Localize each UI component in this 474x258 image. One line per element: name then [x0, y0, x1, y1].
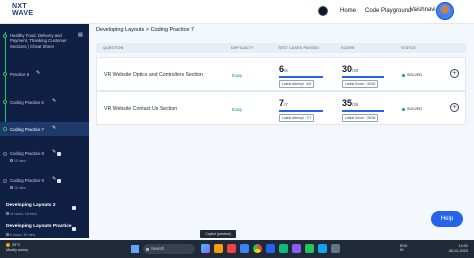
latest-attempt-badge: Latest Attempt : 6/6 — [279, 80, 315, 88]
tests-progress-fill — [279, 76, 323, 78]
lock-icon — [57, 179, 61, 183]
score-progress-fill — [342, 76, 384, 78]
tests-progress-bar — [279, 76, 323, 78]
column-difficulty: DIFFICULTY — [231, 46, 254, 50]
tests-passed-value: 6/6 — [279, 64, 288, 74]
difficulty-label: Easy — [232, 73, 243, 78]
copilot-icon[interactable] — [201, 244, 210, 253]
score-value: 35/35 — [342, 98, 359, 108]
score-value: 30/30 — [342, 64, 359, 74]
copilot-tooltip: Copilot (preview) — [200, 230, 236, 238]
column-question: QUESTION — [103, 46, 124, 50]
latest-attempt-badge: Latest Attempt : 7/7 — [279, 114, 315, 122]
score-progress-bar — [342, 76, 384, 78]
lock-icon — [57, 152, 61, 156]
solved-dot-icon — [402, 73, 405, 77]
pending-dot-icon — [3, 152, 7, 156]
edit-icon: ✎ — [52, 149, 57, 155]
question-title[interactable]: VR Website Contact Us Section — [104, 106, 177, 112]
app-icon[interactable] — [305, 244, 314, 253]
lock-icon — [72, 227, 76, 231]
status-badge: SOLVED — [402, 107, 422, 111]
edit-icon: ✎ — [36, 70, 41, 76]
sidebar-item-coding-practice-7[interactable]: Coding Practice 7 ✎ — [0, 122, 89, 136]
top-navbar: NXT WAVE Home Code Playground Vaishnavi — [0, 0, 474, 24]
edit-icon: ✎ — [52, 176, 57, 182]
app-icon[interactable] — [240, 244, 249, 253]
tests-progress-fill — [279, 110, 323, 112]
vscode-icon[interactable] — [318, 244, 327, 253]
table-row[interactable]: VR Website Optics and Controllers Sectio… — [96, 57, 466, 91]
breadcrumb[interactable]: Developing Layouts > Coding Practice 7 — [96, 27, 194, 33]
column-score: SCORE — [341, 46, 355, 50]
sidebar-item-coding-practice-9[interactable]: Coding Practice 9 ✎ 15 mins — [0, 175, 89, 193]
completed-dot-icon — [3, 72, 7, 76]
clock-icon — [6, 233, 9, 236]
sidebar-item-coding-practice-6[interactable]: Coding Practice 6 ✎ — [0, 96, 89, 108]
taskbar-clock[interactable]: 14:02 28-12-2023 — [440, 244, 468, 253]
difficulty-label: Easy — [232, 107, 243, 112]
user-avatar[interactable] — [436, 2, 454, 20]
lock-icon — [72, 206, 76, 210]
completed-dot-icon — [3, 127, 7, 131]
taskbar-search[interactable]: Search — [143, 244, 195, 254]
app-icon[interactable] — [292, 244, 301, 253]
sidebar: Healthy Food, Delivery and Payment, Than… — [0, 24, 89, 238]
expand-plus-icon[interactable]: + — [450, 103, 459, 112]
latest-score-badge: Latest Score : 30/30 — [342, 80, 379, 88]
system-tray[interactable]: ENG IN — [400, 244, 407, 252]
weather-widget[interactable]: 29°C Mostly sunny — [6, 243, 28, 252]
windows-start-icon[interactable] — [131, 245, 139, 253]
nav-code-playground-link[interactable]: Code Playground — [365, 8, 411, 14]
sidebar-item-coding-practice-8[interactable]: Coding Practice 8 ✎ 15 mins — [0, 148, 89, 166]
column-test-cases: TEST CASES PASSED — [278, 46, 320, 50]
app-icon[interactable] — [266, 244, 275, 253]
theme-toggle-icon[interactable] — [318, 6, 328, 16]
clock-icon — [10, 159, 13, 162]
completed-dot-icon — [3, 34, 7, 38]
sidebar-item-cheat-sheet[interactable]: Healthy Food, Delivery and Payment, Than… — [0, 30, 89, 58]
tests-progress-bar — [279, 110, 323, 112]
sun-icon — [6, 243, 10, 247]
question-title[interactable]: VR Website Optics and Controllers Sectio… — [104, 72, 203, 78]
status-badge: SOLVED — [402, 73, 422, 77]
table-header: QUESTION DIFFICULTY TEST CASES PASSED SC… — [96, 43, 466, 53]
solved-dot-icon — [402, 107, 405, 111]
doc-icon: ▤ — [78, 32, 83, 38]
search-icon — [146, 247, 149, 251]
pending-dot-icon — [3, 179, 7, 183]
nav-home-link[interactable]: Home — [340, 8, 356, 14]
edit-icon: ✎ — [52, 98, 57, 104]
app-icon[interactable] — [227, 244, 236, 253]
table-row[interactable]: VR Website Contact Us Section Easy 7/7 L… — [96, 91, 466, 125]
sidebar-item-practice-6[interactable]: Practice 6 ✎ — [0, 68, 89, 80]
nxtwave-logo[interactable]: NXT WAVE — [12, 3, 33, 17]
app-icon[interactable] — [279, 244, 288, 253]
latest-score-badge: Latest Score : 35/35 — [342, 114, 379, 122]
score-progress-bar — [342, 110, 384, 112]
app-icon[interactable] — [331, 244, 340, 253]
clock-icon — [10, 186, 13, 189]
tests-passed-value: 7/7 — [279, 98, 288, 108]
completed-dot-icon — [3, 100, 7, 104]
edit-icon: ✎ — [52, 125, 57, 131]
expand-plus-icon[interactable]: + — [450, 69, 459, 78]
chrome-icon[interactable] — [253, 244, 262, 253]
column-status: STATUS — [401, 46, 416, 50]
user-name[interactable]: Vaishnavi — [410, 7, 436, 13]
help-button[interactable]: Help — [431, 211, 463, 227]
score-progress-fill — [342, 110, 384, 112]
windows-taskbar: 29°C Mostly sunny Search ENG IN 14:02 28… — [0, 240, 474, 258]
file-explorer-icon[interactable] — [214, 244, 223, 253]
clock-icon — [6, 212, 9, 215]
